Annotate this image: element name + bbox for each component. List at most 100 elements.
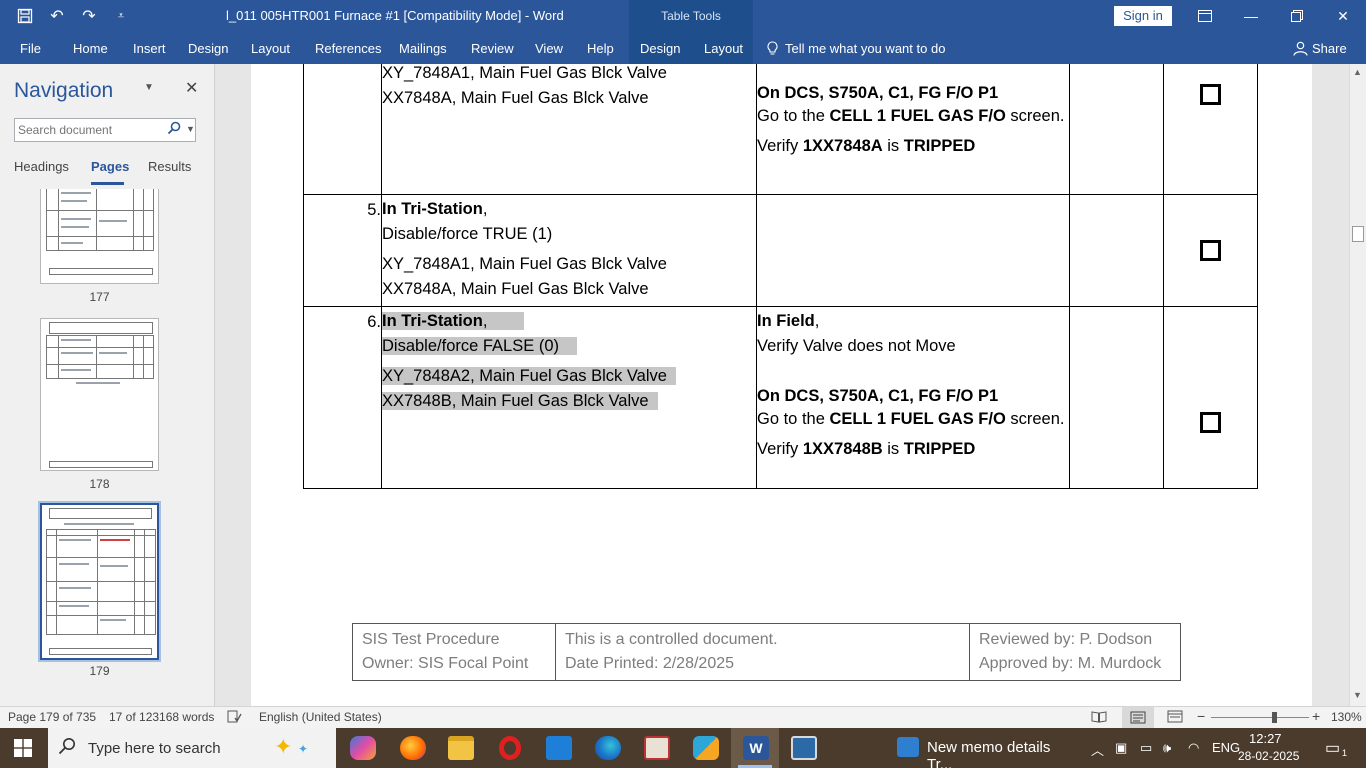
edge-icon[interactable] <box>595 736 621 760</box>
search-placeholder: Type here to search <box>88 740 221 757</box>
share-button[interactable]: Share <box>1312 41 1347 56</box>
action-subtitle: Disable/force TRUE (1) <box>382 225 553 243</box>
footer-middle[interactable]: This is a controlled document. Date Prin… <box>555 623 970 681</box>
tab-table-design[interactable]: Design <box>640 41 680 56</box>
tab-headings[interactable]: Headings <box>14 159 69 174</box>
tab-layout[interactable]: Layout <box>251 41 290 56</box>
zoom-level[interactable]: 130% <box>1331 710 1362 724</box>
restore-icon[interactable] <box>1274 0 1320 32</box>
zoom-slider-thumb[interactable] <box>1272 712 1277 723</box>
tab-insert[interactable]: Insert <box>133 41 166 56</box>
tab-view[interactable]: View <box>535 41 563 56</box>
verify-title: On DCS, S750A, C1, FG F/O P1 <box>757 84 999 102</box>
page-thumbnail[interactable] <box>40 318 159 471</box>
tab-file[interactable]: File <box>20 41 41 56</box>
page-number: 178 <box>89 477 110 491</box>
tab-results[interactable]: Results <box>148 159 191 174</box>
word-count[interactable]: 17 of 123168 words <box>109 710 214 724</box>
selected-text: XX7848B, Main Fuel Gas Blck Valve <box>382 392 658 410</box>
opera-icon[interactable] <box>499 736 521 760</box>
action-cell-selected[interactable]: In Tri-Station, Disable/force FALSE (0) … <box>381 306 757 489</box>
page-footer: SIS Test Procedure Owner: SIS Focal Poin… <box>352 623 1181 681</box>
action-cell[interactable]: In Tri-Station, Disable/force TRUE (1) X… <box>381 194 757 307</box>
scroll-thumb[interactable] <box>1352 226 1364 242</box>
taskbar-search[interactable]: Type here to search ✦ ✦ <box>48 728 336 768</box>
word-icon[interactable]: W <box>743 736 769 760</box>
language-indicator[interactable]: English (United States) <box>259 710 382 724</box>
wifi-icon[interactable]: ◠ <box>1188 740 1199 756</box>
file-explorer-icon[interactable] <box>448 736 474 760</box>
memo-title: New memo details Tr... <box>927 739 1051 768</box>
notes-cell[interactable] <box>1069 306 1164 489</box>
tab-pages[interactable]: Pages <box>91 159 129 174</box>
volume-icon[interactable]: 🕪 <box>1163 740 1171 756</box>
chevron-down-icon[interactable]: ▼ <box>144 82 154 93</box>
checkbox[interactable] <box>1200 240 1221 261</box>
zoom-slider-track[interactable] <box>1211 717 1309 718</box>
tab-review[interactable]: Review <box>471 41 514 56</box>
footer-right[interactable]: Reviewed by: P. Dodson Approved by: M. M… <box>969 623 1181 681</box>
notes-cell[interactable] <box>1069 64 1164 195</box>
tab-design[interactable]: Design <box>188 41 228 56</box>
tab-mailings[interactable]: Mailings <box>399 41 447 56</box>
checkbox[interactable] <box>1200 412 1221 433</box>
app-icon[interactable] <box>791 736 817 760</box>
zoom-in-icon[interactable]: + <box>1312 708 1320 724</box>
chevron-down-icon[interactable]: ▼ <box>186 124 195 134</box>
checkbox-cell[interactable] <box>1163 306 1258 489</box>
verify-cell[interactable]: On DCS, S750A, C1, FG F/O P1 Go to the C… <box>756 64 1070 195</box>
minimize-icon[interactable]: — <box>1228 0 1274 32</box>
tab-help[interactable]: Help <box>587 41 614 56</box>
app-icon[interactable] <box>693 736 719 760</box>
copilot-icon[interactable] <box>350 736 376 760</box>
close-icon[interactable]: ✕ <box>185 78 198 98</box>
sign-in-button[interactable]: Sign in <box>1114 6 1172 26</box>
ribbon-display-options-icon[interactable] <box>1182 0 1228 32</box>
mail-icon[interactable] <box>546 736 572 760</box>
verify-cell[interactable] <box>756 194 1070 307</box>
footer-text: Owner: SIS Focal Point <box>362 655 529 672</box>
customize-qat-icon[interactable]: ⩡ <box>110 6 132 26</box>
checkbox[interactable] <box>1200 84 1221 105</box>
close-icon[interactable]: ✕ <box>1320 0 1366 32</box>
clock-time[interactable]: 12:27 <box>1249 731 1282 746</box>
page-thumbnail-selected[interactable] <box>38 501 161 662</box>
web-layout-icon[interactable] <box>1167 710 1183 726</box>
memo-taskbar-button[interactable]: New memo details Tr... <box>893 728 1079 768</box>
windows-start-icon[interactable] <box>14 739 32 762</box>
checkbox-cell[interactable] <box>1163 64 1258 195</box>
undo-icon[interactable]: ↶ <box>46 6 68 26</box>
clock-date[interactable]: 28-02-2025 <box>1238 749 1299 763</box>
tab-home[interactable]: Home <box>73 41 108 56</box>
chevron-up-icon[interactable]: ︿ <box>1091 740 1104 759</box>
vertical-scrollbar[interactable]: ▲ ▼ <box>1349 64 1366 706</box>
scroll-down-icon[interactable]: ▼ <box>1353 690 1362 700</box>
verify-cell[interactable]: In Field, Verify Valve does not Move On … <box>756 306 1070 489</box>
proofing-icon[interactable] <box>227 710 242 726</box>
search-input[interactable] <box>15 119 163 141</box>
notification-icon[interactable]: ▭ <box>1325 738 1340 758</box>
page-thumbnail[interactable] <box>40 189 159 284</box>
search-icon[interactable] <box>167 121 181 138</box>
print-layout-icon[interactable] <box>1122 707 1154 728</box>
page-thumbnails: 177 178 179 <box>0 189 215 706</box>
save-icon[interactable] <box>14 6 36 26</box>
action-line: XY_7848A1, Main Fuel Gas Blck Valve <box>382 255 667 273</box>
language-indicator[interactable]: ENG <box>1212 740 1240 755</box>
tab-table-layout[interactable]: Layout <box>704 41 743 56</box>
checkbox-cell[interactable] <box>1163 194 1258 307</box>
meet-now-icon[interactable]: ▣ <box>1115 740 1127 756</box>
battery-icon[interactable]: ▭ <box>1140 740 1152 756</box>
page-count[interactable]: Page 179 of 735 <box>8 710 96 724</box>
read-mode-icon[interactable] <box>1091 710 1107 726</box>
action-cell[interactable]: XY_7848A1, Main Fuel Gas Blck Valve XX78… <box>381 64 757 195</box>
notes-cell[interactable] <box>1069 194 1164 307</box>
tab-references[interactable]: References <box>315 41 381 56</box>
redo-icon[interactable]: ↷ <box>78 6 100 26</box>
zoom-out-icon[interactable]: − <box>1197 708 1205 724</box>
app-icon[interactable] <box>644 736 670 760</box>
scroll-up-icon[interactable]: ▲ <box>1353 67 1362 77</box>
firefox-icon[interactable] <box>400 736 426 760</box>
tell-me-search[interactable]: Tell me what you want to do <box>785 41 945 56</box>
footer-left[interactable]: SIS Test Procedure Owner: SIS Focal Poin… <box>352 623 556 681</box>
